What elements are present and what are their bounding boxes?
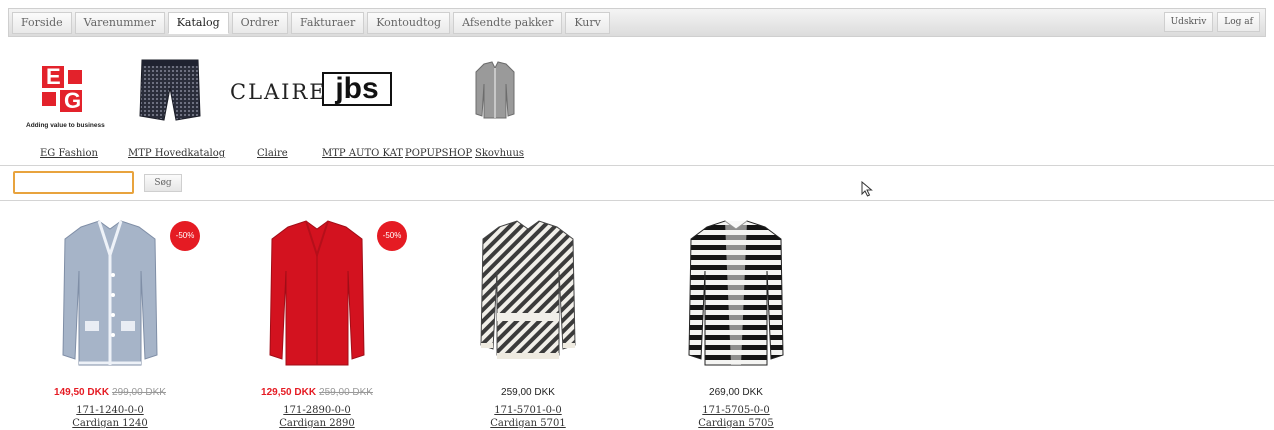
red-cardigan-image[interactable] <box>262 215 372 375</box>
logout-button[interactable]: Log af <box>1217 12 1260 32</box>
price: 259,00 DKK <box>501 387 555 398</box>
discount-badge: -50% <box>170 221 200 251</box>
header-tools: Udskriv Log af <box>1163 12 1260 32</box>
divider <box>0 165 1274 166</box>
product-name-link[interactable]: Cardigan 5705 <box>626 418 846 429</box>
product-card[interactable]: 269,00 DKK 171-5705-0-0 Cardigan 5705 <box>626 215 846 430</box>
eg-letters: E <box>46 64 61 89</box>
eg-tagline: Adding value to business <box>26 122 105 129</box>
brand-link-skovhuus[interactable]: Skovhuus <box>475 148 524 159</box>
claire-logo[interactable]: CLAIRE <box>230 80 327 104</box>
price-line: 149,50 DKK 299,00 DKK <box>0 387 220 398</box>
product-card[interactable]: -50% 129,50 DKK 259,00 DKK 171-2890-0-0 C… <box>207 215 427 430</box>
eg-logo[interactable]: E G Adding value to business <box>26 66 118 130</box>
search-button[interactable]: Søg <box>144 174 182 192</box>
old-price: 259,00 DKK <box>319 387 373 398</box>
light-blue-cardigan-image[interactable] <box>55 215 165 375</box>
tab-katalog[interactable]: Katalog <box>167 12 229 34</box>
brand-link-claire[interactable]: Claire <box>257 148 288 159</box>
black-white-tweed-jacket-image[interactable] <box>473 215 583 375</box>
tab-afsendte-pakker[interactable]: Afsendte pakker <box>453 12 563 34</box>
search-input[interactable] <box>13 171 134 194</box>
jacket-thumbnail[interactable] <box>470 60 520 120</box>
brand-link-popupshop[interactable]: POPUPSHOP <box>405 148 472 159</box>
product-sku-link[interactable]: 171-1240-0-0 <box>0 405 220 416</box>
discount-badge: -50% <box>377 221 407 251</box>
divider <box>0 200 1274 201</box>
product-sku-link[interactable]: 171-2890-0-0 <box>207 405 427 416</box>
price-line: 259,00 DKK <box>418 387 638 398</box>
top-nav-bar: Forside Varenummer Katalog Ordrer Faktur… <box>8 8 1266 37</box>
product-card[interactable]: -50% 149,50 DKK 299,00 DKK 171-1240-0-0 C… <box>0 215 220 430</box>
tab-forside[interactable]: Forside <box>12 12 72 34</box>
product-sku-link[interactable]: 171-5701-0-0 <box>418 405 638 416</box>
brand-link-eg-fashion[interactable]: EG Fashion <box>40 148 98 159</box>
old-price: 299,00 DKK <box>112 387 166 398</box>
tab-kurv[interactable]: Kurv <box>565 12 610 34</box>
shorts-thumbnail[interactable] <box>136 58 204 124</box>
product-name-link[interactable]: Cardigan 2890 <box>207 418 427 429</box>
product-name-link[interactable]: Cardigan 1240 <box>0 418 220 429</box>
brand-link-mtp-auto-kat[interactable]: MTP AUTO KAT <box>322 148 403 159</box>
sale-price: 129,50 DKK <box>261 387 317 398</box>
sale-price: 149,50 DKK <box>54 387 110 398</box>
mouse-cursor-icon <box>861 181 873 197</box>
striped-cardigan-image[interactable] <box>681 215 791 375</box>
print-button[interactable]: Udskriv <box>1163 12 1214 32</box>
tab-varenummer[interactable]: Varenummer <box>74 12 165 34</box>
tab-fakturaer[interactable]: Fakturaer <box>291 12 365 34</box>
product-sku-link[interactable]: 171-5705-0-0 <box>626 405 846 416</box>
tab-ordrer[interactable]: Ordrer <box>231 12 288 34</box>
price-line: 129,50 DKK 259,00 DKK <box>207 387 427 398</box>
product-card[interactable]: 259,00 DKK 171-5701-0-0 Cardigan 5701 <box>418 215 638 430</box>
jbs-logo[interactable]: jbs <box>322 72 392 106</box>
brand-link-mtp-hovedkatalog[interactable]: MTP Hovedkatalog <box>128 148 225 159</box>
tab-kontoudtog[interactable]: Kontoudtog <box>367 12 451 34</box>
price: 269,00 DKK <box>709 387 763 398</box>
nav-tabs: Forside Varenummer Katalog Ordrer Faktur… <box>12 12 610 34</box>
eg-logo-mark: E G <box>42 66 86 114</box>
price-line: 269,00 DKK <box>626 387 846 398</box>
product-name-link[interactable]: Cardigan 5701 <box>418 418 638 429</box>
